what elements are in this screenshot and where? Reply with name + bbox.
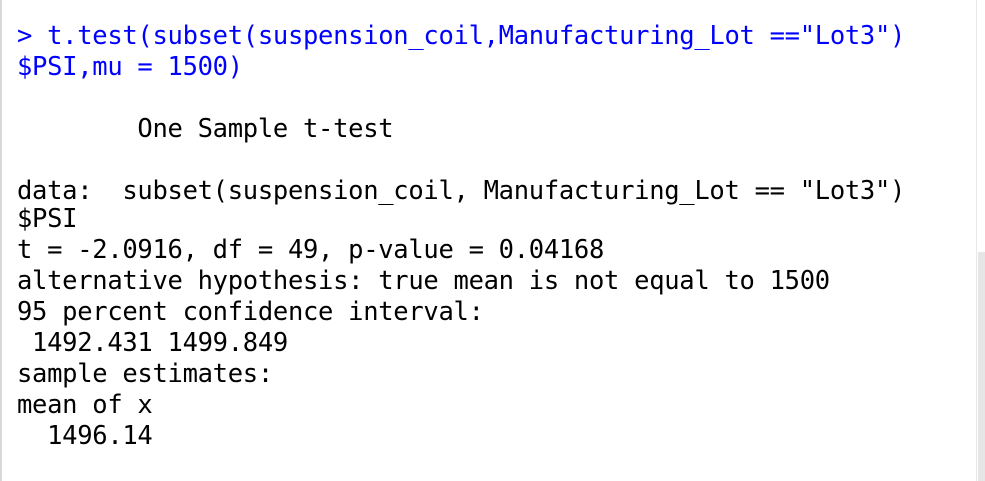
confidence-interval-values: 1492.431 1499.849	[17, 328, 288, 358]
data-line-2: $PSI	[17, 204, 78, 234]
alternative-hypothesis: alternative hypothesis: true mean is not…	[17, 266, 830, 296]
command-line-1: > t.test(subset(suspension_coil,Manufact…	[17, 21, 906, 51]
data-line-1: data: subset(suspension_coil, Manufactur…	[17, 176, 906, 206]
confidence-interval-label: 95 percent confidence interval:	[17, 297, 484, 327]
r-console[interactable]: > t.test(subset(suspension_coil,Manufact…	[0, 0, 976, 481]
scrollbar-thumb[interactable]	[978, 252, 985, 481]
sample-estimates-label: sample estimates:	[17, 359, 273, 389]
estimate-name: mean of x	[17, 390, 153, 420]
command-line-2: $PSI,mu = 1500)	[17, 52, 243, 82]
estimate-value: 1496.14	[17, 421, 153, 451]
test-title: One Sample t-test	[17, 114, 394, 144]
stats-line: t = -2.0916, df = 49, p-value = 0.04168	[17, 235, 605, 265]
vertical-scrollbar[interactable]	[976, 0, 985, 481]
